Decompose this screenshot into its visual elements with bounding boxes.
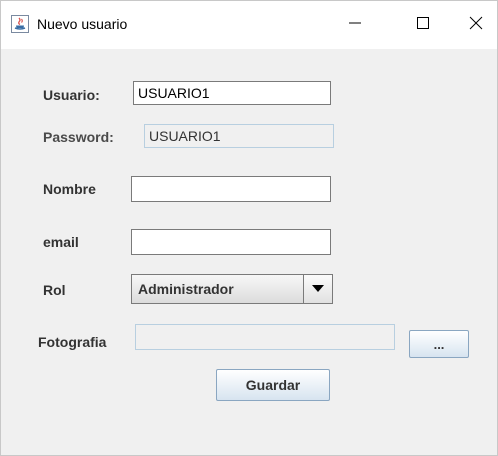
- password-label: Password:: [43, 129, 114, 145]
- minimize-icon: [349, 16, 361, 34]
- email-field[interactable]: [131, 229, 331, 255]
- maximize-button[interactable]: [400, 1, 446, 49]
- password-field: [144, 124, 334, 148]
- close-icon: [469, 16, 483, 35]
- title-bar[interactable]: Nuevo usuario: [1, 1, 497, 49]
- window-title: Nuevo usuario: [37, 16, 128, 32]
- maximize-icon: [417, 16, 429, 34]
- usuario-label: Usuario:: [43, 87, 100, 103]
- caret-down-icon: [312, 280, 324, 298]
- email-label: email: [43, 234, 79, 250]
- nombre-label: Nombre: [43, 181, 96, 197]
- fotografia-path-field: [135, 324, 395, 350]
- rol-selected-value: Administrador: [138, 281, 234, 297]
- dropdown-toggle[interactable]: [303, 275, 332, 303]
- guardar-button[interactable]: Guardar: [216, 369, 330, 401]
- minimize-button[interactable]: [332, 1, 378, 49]
- rol-dropdown[interactable]: Administrador: [131, 274, 333, 304]
- fotografia-label: Fotografia: [38, 334, 107, 350]
- usuario-field[interactable]: [133, 81, 331, 105]
- close-button[interactable]: [453, 1, 498, 49]
- java-app-icon: [11, 15, 29, 33]
- nombre-field[interactable]: [131, 176, 331, 202]
- window: Nuevo usuario Usuario: Password: Nombre …: [0, 0, 498, 456]
- rol-label: Rol: [43, 282, 66, 298]
- browse-photo-button[interactable]: ...: [409, 330, 469, 358]
